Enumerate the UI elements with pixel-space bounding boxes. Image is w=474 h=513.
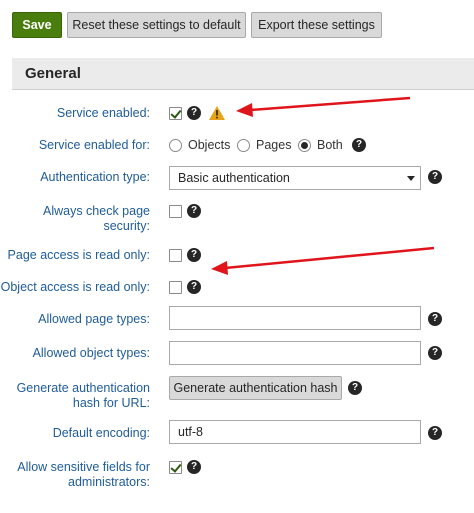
annotation-arrow [236, 96, 411, 117]
annotation-arrow [211, 246, 435, 275]
annotation-arrows [211, 96, 435, 275]
